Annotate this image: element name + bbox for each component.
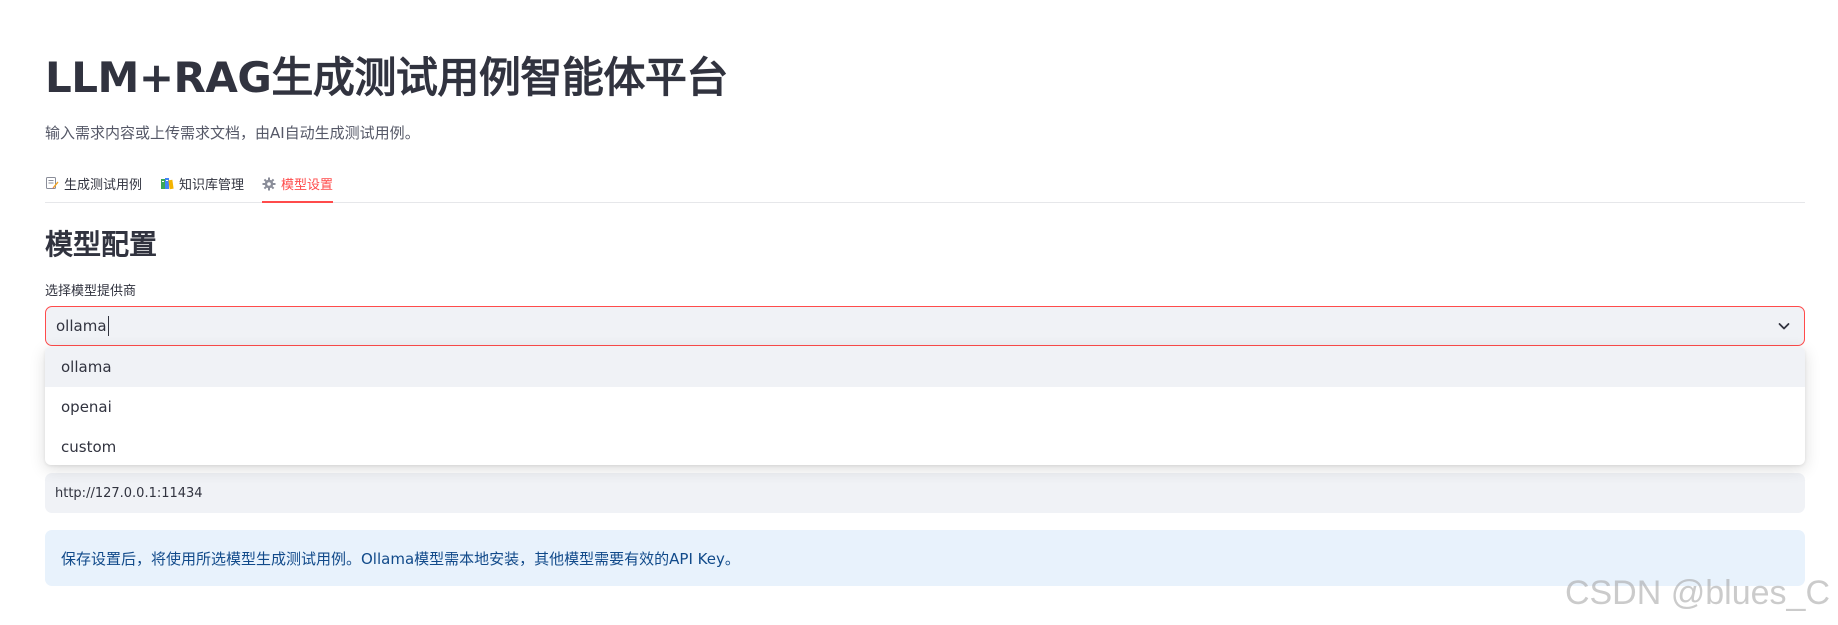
tab-generate-test-cases[interactable]: 生成测试用例	[45, 168, 142, 200]
provider-select-value: ollama	[56, 317, 107, 335]
dropdown-option-ollama[interactable]: ollama	[45, 347, 1805, 387]
chevron-down-icon[interactable]	[1776, 318, 1792, 334]
tab-model-settings[interactable]: 模型设置	[262, 168, 334, 203]
dropdown-option-openai[interactable]: openai	[45, 387, 1805, 427]
dropdown-option-custom[interactable]: custom	[45, 427, 1805, 465]
provider-select-label: 选择模型提供商	[45, 284, 137, 299]
provider-dropdown-menu: ollama openai custom	[45, 347, 1805, 465]
tab-label: 模型设置	[281, 178, 334, 193]
memo-icon	[45, 176, 59, 190]
tab-label: 知识库管理	[179, 177, 245, 193]
tab-knowledge-base[interactable]: 知识库管理	[160, 168, 244, 200]
app-page: LLM+RAG生成测试用例智能体平台 输入需求内容或上传需求文档，由AI自动生成…	[0, 0, 1838, 625]
page-title: LLM+RAG生成测试用例智能体平台	[45, 53, 728, 102]
text-cursor	[107, 316, 109, 336]
gear-icon	[262, 177, 276, 191]
base-url-input[interactable]: http://127.0.0.1:11434	[45, 473, 1805, 513]
provider-select[interactable]: ollama	[45, 306, 1805, 346]
tab-label: 生成测试用例	[64, 177, 143, 193]
info-alert: 保存设置后，将使用所选模型生成测试用例。Ollama模型需本地安装，其他模型需要…	[45, 530, 1805, 586]
page-subtitle: 输入需求内容或上传需求文档，由AI自动生成测试用例。	[45, 124, 420, 142]
books-icon	[160, 176, 174, 190]
watermark-text: CSDN @blues_C	[1564, 574, 1830, 612]
tab-bar: 生成测试用例 知识库管理 模型设置	[45, 168, 1805, 203]
section-title: 模型配置	[45, 228, 158, 261]
